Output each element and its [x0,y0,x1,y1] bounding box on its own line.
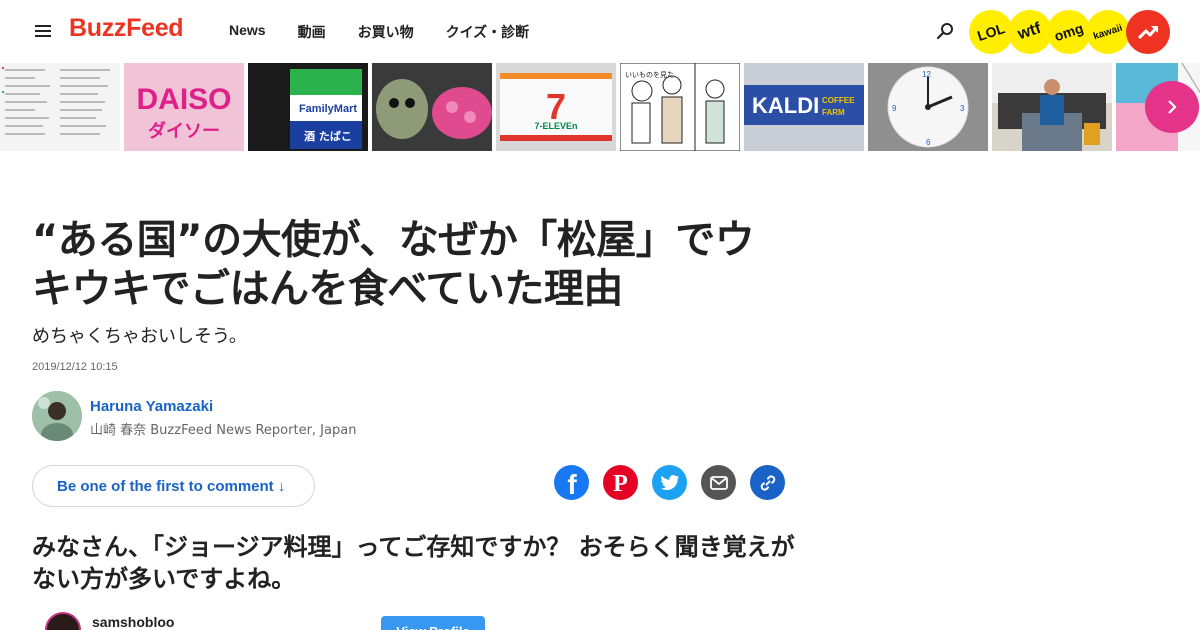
kaldi-sign-text: KALDI [752,93,819,118]
pinterest-share-button[interactable]: P [603,465,638,500]
manga-caption-text: いいものを見た [625,71,674,79]
nav-quiz[interactable]: クイズ・診断 [446,22,530,42]
site-header: BuzzFeed News 動画 お買い物 クイズ・診断 LOL wtf omg… [0,0,1200,62]
svg-text:FARM: FARM [822,108,845,117]
search-icon[interactable] [936,22,954,40]
daiso-sign-text: DAISO [136,83,231,116]
instagram-embed-avatar[interactable] [45,612,81,630]
carousel-next-button[interactable] [1145,81,1199,133]
instagram-embed-username[interactable]: samshobloo [92,614,174,630]
svg-text:酒 たばこ: 酒 たばこ [304,129,352,143]
author-role: 山崎 春奈 BuzzFeed News Reporter, Japan [90,423,357,438]
nav-shopping[interactable]: お買い物 [358,22,414,42]
kawaii-badge[interactable]: kawaii [1086,10,1130,54]
article-timestamp: 2019/12/12 10:15 [32,361,118,373]
svg-text:P: P [613,471,628,497]
view-profile-button[interactable]: View Profile [381,616,485,630]
familymart-sign-text: FamilyMart [299,103,357,115]
svg-text:COFFEE: COFFEE [822,96,855,105]
thumbnail-manga[interactable]: いいものを見た [620,63,740,151]
svg-text:12: 12 [922,70,931,79]
article-headline: “ある国”の大使が、なぜか「松屋」でウキウキでごはんを食べていた理由 [32,217,755,312]
menu-icon[interactable] [35,24,51,38]
twitter-bird-icon [660,474,679,490]
link-icon [760,474,775,491]
thumbnail-daiso[interactable]: DAISO ダイソー [124,63,244,151]
wtf-badge[interactable]: wtf [1008,10,1052,54]
article-dek: めちゃくちゃおいしそう。 [32,326,247,347]
thumbnail-clock[interactable]: 12 3 6 9 [868,63,988,151]
svg-text:f: f [567,469,577,500]
chevron-right-icon [1168,100,1177,114]
omg-badge[interactable]: omg [1047,10,1091,54]
nav-video[interactable]: 動画 [298,22,326,42]
thumbnail-familymart[interactable]: FamilyMart 酒 たばこ [248,63,368,151]
comment-button[interactable]: Be one of the first to comment ↓ [32,465,315,507]
buzzfeed-logo[interactable]: BuzzFeed [69,14,184,43]
article-subheading: みなさん、「ジョージア料理」ってご存知ですか？ おそらく聞き覚えがない方が多いで… [32,533,795,593]
trending-thumbnail-strip: DAISO ダイソー FamilyMart 酒 たばこ 7 7-ELEVEn い… [0,63,1200,151]
svg-text:3: 3 [960,104,965,113]
email-share-button[interactable] [701,465,736,500]
lol-badge[interactable]: LOL [969,10,1013,54]
main-nav: News 動画 お買い物 クイズ・診断 [229,22,561,42]
nav-news[interactable]: News [229,22,266,42]
svg-text:6: 6 [926,138,931,147]
facebook-share-button[interactable]: f [554,465,589,500]
pinterest-icon: P [613,471,628,497]
thumbnail-baby-yoda[interactable] [372,63,492,151]
email-icon [709,475,728,490]
thumbnail-kaldi[interactable]: KALDI COFFEE FARM [744,63,864,151]
seven-eleven-sign-text: 7-ELEVEn [534,121,577,131]
author-avatar[interactable] [32,391,82,441]
copy-link-button[interactable] [750,465,785,500]
facebook-icon: f [567,469,577,500]
author-name-link[interactable]: Haruna Yamazaki [90,398,213,415]
thumbnail-room[interactable] [992,63,1112,151]
thumbnail-seven-eleven[interactable]: 7 7-ELEVEn [496,63,616,151]
trending-icon[interactable] [1126,10,1170,54]
thumbnail-screenshot[interactable] [0,63,120,151]
svg-text:ダイソー: ダイソー [148,120,220,142]
twitter-share-button[interactable] [652,465,687,500]
svg-text:9: 9 [892,104,897,113]
